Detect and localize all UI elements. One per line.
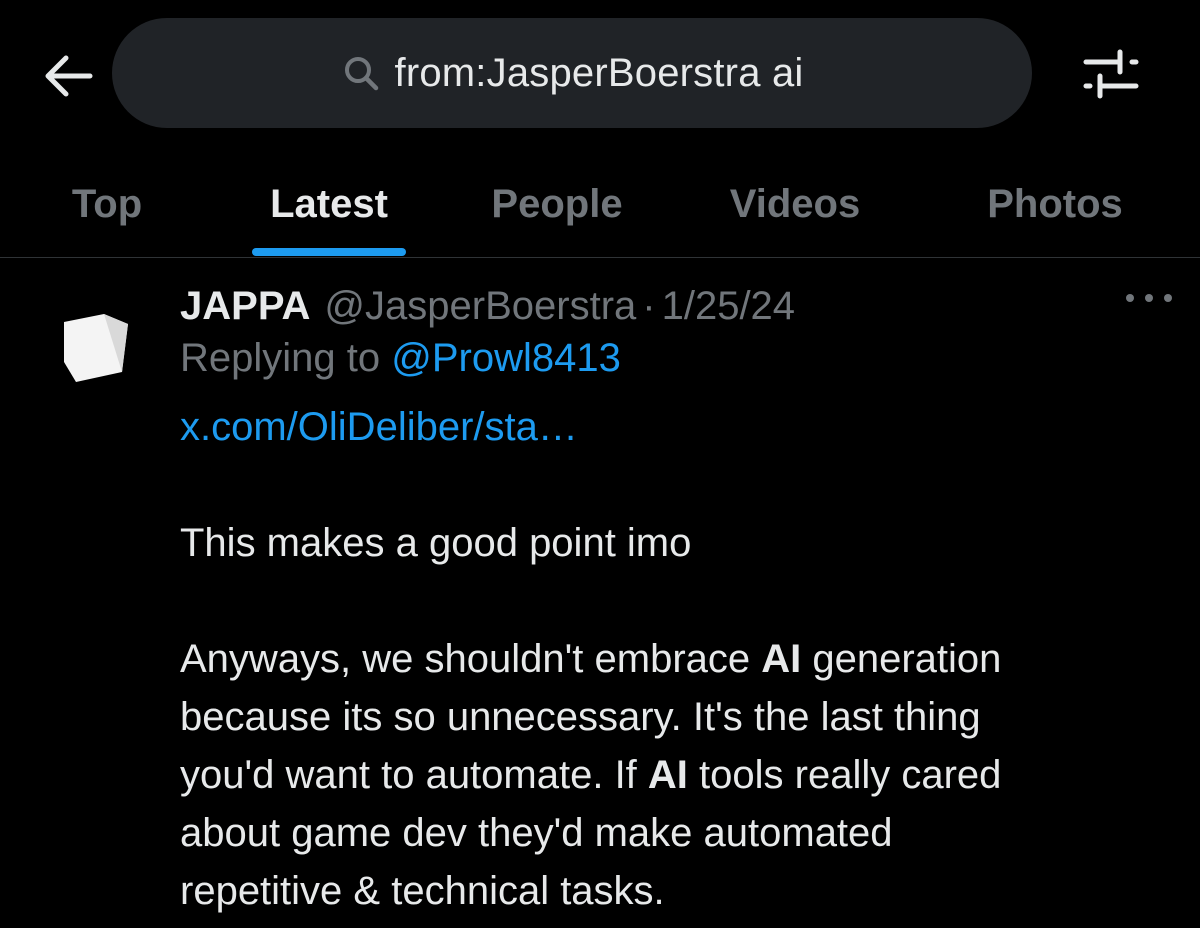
- more-dot-icon: [1145, 294, 1153, 302]
- tab-latest[interactable]: Latest: [240, 150, 418, 258]
- search-input[interactable]: from:JasperBoerstra ai: [112, 18, 1032, 128]
- tab-people[interactable]: People: [472, 150, 642, 258]
- avatar[interactable]: [58, 310, 134, 386]
- tweet-text: x.com/OliDeliber/sta… This makes a good …: [180, 398, 1140, 920]
- tweet-line: This makes a good point imo: [180, 521, 692, 565]
- more-dot-icon: [1126, 294, 1134, 302]
- search-tabs: Top Latest People Videos Photos: [0, 150, 1200, 258]
- tweet-text-segment: Anyways, we shouldn't embrace: [180, 637, 762, 681]
- search-filter-button[interactable]: [1078, 42, 1142, 106]
- sliders-icon: [1083, 49, 1139, 99]
- tweet-link[interactable]: x.com/OliDeliber/sta…: [180, 398, 1140, 456]
- search-header: from:JasperBoerstra ai Top Latest People…: [0, 0, 1200, 258]
- avatar-image: [64, 314, 128, 382]
- tweet-line: about game dev they'd make automated: [180, 811, 893, 855]
- tweet-text-segment: generation: [801, 637, 1002, 681]
- active-tab-indicator: [252, 248, 406, 256]
- tweet-date[interactable]: 1/25/24: [662, 284, 795, 329]
- author-handle[interactable]: @JasperBoerstra: [324, 284, 636, 329]
- arrow-left-icon: [45, 55, 93, 97]
- tweet[interactable]: JAPPA @JasperBoerstra · 1/25/24 Replying…: [0, 258, 1200, 928]
- tweet-text-segment: tools really cared: [687, 753, 1002, 797]
- tweet-text-segment: you'd want to automate. If: [180, 753, 648, 797]
- author-name[interactable]: JAPPA: [180, 284, 310, 329]
- header-separator: ·: [642, 283, 656, 328]
- tweet-header: JAPPA @JasperBoerstra · 1/25/24: [180, 278, 795, 334]
- replying-prefix: Replying to: [180, 336, 381, 380]
- tab-videos[interactable]: Videos: [712, 150, 878, 258]
- back-button[interactable]: [38, 46, 98, 106]
- replying-to: Replying to @Prowl8413: [180, 336, 621, 381]
- search-highlight: AI: [761, 637, 802, 681]
- more-dot-icon: [1164, 294, 1172, 302]
- tweet-line: you'd want to automate. If AI tools real…: [180, 746, 1140, 804]
- replying-to-handle[interactable]: @Prowl8413: [391, 336, 621, 380]
- search-icon: [344, 57, 378, 91]
- tab-top[interactable]: Top: [30, 150, 184, 258]
- tweet-line: Anyways, we shouldn't embrace AI generat…: [180, 630, 1140, 688]
- tab-photos[interactable]: Photos: [968, 150, 1142, 258]
- tweet-line: repetitive & technical tasks.: [180, 869, 665, 913]
- more-options-button[interactable]: [1126, 288, 1172, 308]
- tweet-line: because its so unnecessary. It's the las…: [180, 695, 981, 739]
- search-query: from:JasperBoerstra ai: [394, 50, 804, 95]
- search-highlight: AI: [647, 753, 688, 797]
